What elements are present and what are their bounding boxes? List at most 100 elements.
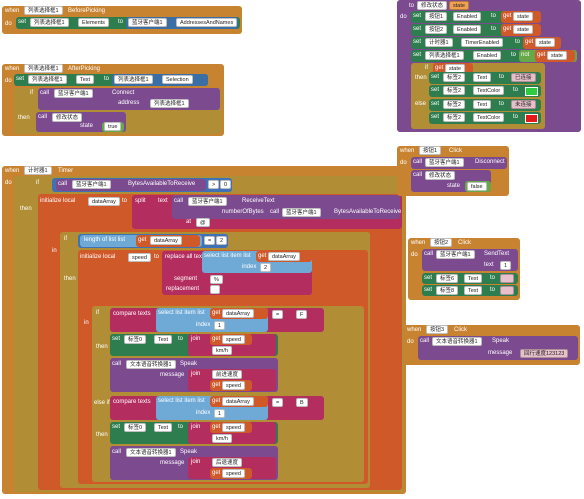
- set-label2-color-connected[interactable]: set 标签2 TextColor to: [429, 85, 541, 97]
- proc-name[interactable]: 修改状态: [417, 1, 448, 10]
- component-dropdown[interactable]: 列表选择框1: [24, 64, 63, 73]
- tts-speak-2[interactable]: call 文本语音转换器1 Speak message join 后退速度 ge…: [110, 446, 278, 480]
- var-dropdown[interactable]: dataArray: [268, 252, 300, 261]
- prop-dropdown[interactable]: Text: [473, 73, 492, 82]
- tts-dropdown[interactable]: 文本语音转换器1: [126, 360, 176, 369]
- src-dropdown[interactable]: 列表选择框1: [114, 75, 153, 84]
- replacement-value[interactable]: [210, 285, 220, 294]
- join-block[interactable]: join 后退速度 get speed: [188, 457, 276, 479]
- compare-texts-2[interactable]: compare texts select list item list get …: [110, 396, 324, 420]
- var-dropdown[interactable]: state: [513, 12, 533, 21]
- set-btn2-enabled[interactable]: set 按钮2 Enabled to get state: [411, 24, 541, 36]
- cmp-value[interactable]: F: [296, 310, 308, 319]
- eq-dropdown[interactable]: =: [272, 398, 284, 407]
- bt-dropdown[interactable]: 蓝牙客户端1: [425, 158, 464, 167]
- var-dropdown[interactable]: speed: [222, 423, 245, 432]
- prop-dropdown[interactable]: Text: [464, 286, 483, 295]
- compare-texts-1[interactable]: compare texts select list item list get …: [110, 308, 324, 332]
- target-dropdown[interactable]: 标签2: [443, 100, 466, 109]
- true-block[interactable]: true: [102, 122, 124, 132]
- var-name[interactable]: dataArray: [88, 197, 120, 206]
- select-list-item[interactable]: select list item list get dataArray inde…: [156, 396, 268, 420]
- message-value[interactable]: 回行速度123123: [520, 349, 569, 358]
- red-color-swatch[interactable]: [525, 114, 538, 123]
- set-block[interactable]: set 列表选择框1 Text to 列表选择框1 Selection: [14, 74, 208, 86]
- cmp-dropdown[interactable]: >: [208, 180, 220, 189]
- var-dropdown[interactable]: speed: [222, 335, 245, 344]
- select-list-item[interactable]: select list item list get dataArray inde…: [202, 251, 312, 273]
- target-dropdown[interactable]: 按钮1: [425, 12, 448, 21]
- proc-dropdown[interactable]: 修改状态: [52, 113, 83, 122]
- segment-value[interactable]: %: [210, 275, 223, 284]
- tts-dropdown[interactable]: 文本语音转换器1: [432, 337, 482, 346]
- get-state[interactable]: get state: [501, 24, 541, 36]
- bt-receive-call[interactable]: call 蓝牙客户端1 ReceiveText numberOfBytes ca…: [172, 195, 401, 219]
- prop-dropdown[interactable]: Text: [154, 335, 173, 344]
- src-prop-dropdown[interactable]: AddressesAndNames: [176, 18, 238, 27]
- compare-eq[interactable]: length of list list get dataArray = 2: [78, 234, 228, 248]
- sep-value[interactable]: @: [196, 218, 210, 227]
- get-state[interactable]: get state: [523, 37, 561, 49]
- target-dropdown[interactable]: 列表选择框1: [30, 18, 69, 27]
- zero-value[interactable]: 0: [220, 180, 232, 189]
- address-src-dropdown[interactable]: 列表选择框1: [150, 99, 189, 108]
- bt-bytes-call-2[interactable]: call 蓝牙客户端1 BytesAvailableToReceive: [268, 207, 401, 218]
- get-dataArray[interactable]: get dataArray: [136, 235, 200, 247]
- false-block[interactable]: false: [465, 181, 491, 192]
- set-label6-text[interactable]: set 标签6 Text to: [422, 273, 518, 284]
- bt-disconnect-call[interactable]: call 蓝牙客户端1 Disconnect: [411, 157, 507, 169]
- speed-name[interactable]: speed: [128, 253, 151, 262]
- bt-dropdown[interactable]: 蓝牙客户端1: [436, 250, 475, 259]
- var-dropdown[interactable]: state: [535, 38, 555, 47]
- bt-connect-call[interactable]: call 蓝牙客户端1 Connect address 列表选择框1: [38, 88, 220, 110]
- text-value[interactable]: 已连接: [511, 73, 536, 82]
- target-dropdown[interactable]: 标签2: [443, 86, 466, 95]
- bt-dropdown[interactable]: 蓝牙客户端1: [282, 208, 321, 217]
- index-value[interactable]: 1: [214, 409, 226, 418]
- prop-dropdown[interactable]: Text: [464, 274, 483, 283]
- tts-dropdown[interactable]: 文本语音转换器1: [126, 448, 176, 457]
- kmh-value[interactable]: km/h: [212, 346, 232, 355]
- event-after-picking[interactable]: when 列表选择框1 AfterPicking do set 列表选择框1 T…: [2, 64, 224, 136]
- component-dropdown[interactable]: 列表选择框1: [24, 6, 63, 15]
- bt-dropdown[interactable]: 蓝牙客户端1: [54, 89, 93, 98]
- prop-dropdown[interactable]: Enabled: [473, 51, 502, 60]
- if-compare-block[interactable]: if compare texts select list item list g…: [92, 306, 364, 482]
- target-dropdown[interactable]: 标签0: [124, 423, 147, 432]
- bt-bytes-call[interactable]: call 蓝牙客户端1 BytesAvailableToReceive: [56, 179, 206, 191]
- eq-dropdown[interactable]: =: [272, 310, 284, 319]
- init-local-speed[interactable]: initialize local speed to replace all te…: [78, 250, 368, 484]
- green-color-swatch[interactable]: [525, 87, 538, 96]
- split-block[interactable]: split text call 蓝牙客户端1 ReceiveText numbe…: [132, 195, 402, 229]
- bt-sendtext-call[interactable]: call 蓝牙客户端1 SendText text 1: [422, 249, 518, 271]
- set-label0-text-2[interactable]: set 标签0 Text to join get speed km/h: [110, 422, 278, 444]
- component-dropdown[interactable]: 按钮3: [426, 325, 449, 334]
- get-speed[interactable]: get speed: [210, 422, 252, 433]
- msg-value[interactable]: 后退速度: [212, 458, 243, 467]
- set-label8-text[interactable]: set 标签8 Text to: [422, 285, 518, 296]
- set-label2-text-connected[interactable]: set 标签2 Text to 已连接: [429, 72, 541, 84]
- target-dropdown[interactable]: 标签2: [443, 73, 466, 82]
- event-button3-click[interactable]: when 按钮3 Click do call 文本语音转换器1 Speak me…: [404, 325, 580, 365]
- join-block[interactable]: join get speed km/h: [188, 422, 276, 444]
- text-value[interactable]: [500, 286, 514, 295]
- join-block[interactable]: join get speed km/h: [188, 334, 276, 356]
- cmp-value[interactable]: B: [296, 398, 308, 407]
- bt-dropdown[interactable]: 蓝牙客户端1: [188, 197, 227, 206]
- param-name[interactable]: state: [449, 1, 469, 10]
- var-dropdown[interactable]: dataArray: [150, 236, 182, 245]
- set-label2-text-disconnected[interactable]: set 标签2 Text to 未连接: [429, 99, 541, 111]
- event-before-picking[interactable]: when 列表选择框1 BeforePicking do set 列表选择框1 …: [2, 6, 242, 34]
- call-proc-block[interactable]: call 修改状态 state true: [36, 112, 126, 132]
- not-block[interactable]: not get state: [519, 50, 577, 62]
- proc-dropdown[interactable]: 修改状态: [425, 171, 456, 180]
- text-value[interactable]: [500, 274, 514, 283]
- get-dataArray[interactable]: get dataArray: [256, 251, 312, 262]
- compare-gt[interactable]: call 蓝牙客户端1 BytesAvailableToReceive > 0: [52, 178, 232, 192]
- bool-dropdown[interactable]: true: [104, 122, 122, 131]
- getter-block[interactable]: 蓝牙客户端1 AddressesAndNames: [126, 17, 238, 29]
- get-speed[interactable]: get speed: [210, 380, 252, 391]
- length-of-list[interactable]: length of list list get dataArray: [80, 235, 202, 247]
- get-state[interactable]: get state: [501, 11, 541, 23]
- procedure-change-state[interactable]: to 修改状态 state do set 按钮1 Enabled to get …: [397, 0, 581, 132]
